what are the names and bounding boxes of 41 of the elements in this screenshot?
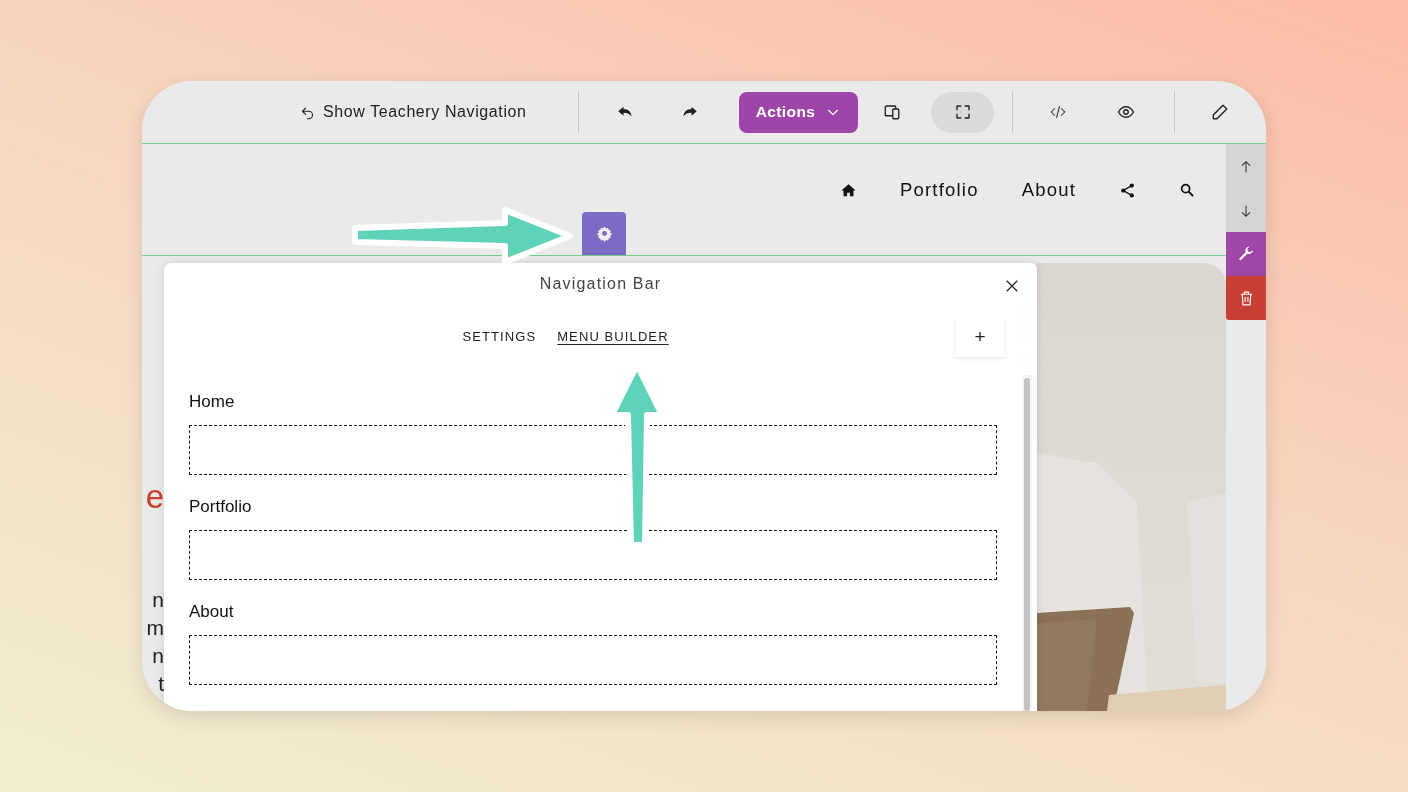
edit-tools-button[interactable] xyxy=(1226,232,1266,276)
input-field[interactable] xyxy=(189,425,997,475)
responsive-view-button[interactable] xyxy=(883,103,901,121)
page-text: t xyxy=(158,671,164,697)
input-field[interactable] xyxy=(189,635,997,685)
fullscreen-icon xyxy=(953,103,972,121)
edit-button[interactable] xyxy=(1211,103,1229,121)
eye-icon xyxy=(1117,103,1135,121)
fullscreen-button[interactable] xyxy=(931,91,994,133)
page-text: n xyxy=(152,643,164,669)
input-field[interactable] xyxy=(189,530,997,580)
nav-link[interactable]: About xyxy=(1021,179,1076,201)
devices-icon xyxy=(883,103,901,121)
search-icon xyxy=(1179,182,1195,198)
home-icon xyxy=(839,181,857,199)
home-link[interactable] xyxy=(839,181,857,199)
undo-icon xyxy=(300,104,315,120)
add-button[interactable]: + xyxy=(955,316,1005,357)
panel-tab[interactable]: SETTINGS xyxy=(462,329,537,344)
delete-button[interactable] xyxy=(1226,276,1266,320)
panel-tab[interactable]: MENU BUILDER xyxy=(557,329,669,344)
settings-button[interactable] xyxy=(582,212,626,255)
share-button[interactable] xyxy=(1119,181,1136,199)
nav-link[interactable]: Portfolio xyxy=(899,179,979,201)
actions-button[interactable]: Actions xyxy=(739,91,858,133)
back-link[interactable]: Show Teachery Navigation xyxy=(300,103,540,121)
panel-title: Navigation Bar xyxy=(539,275,662,293)
menu-item-label: About xyxy=(189,602,235,622)
preview-button[interactable] xyxy=(1117,103,1135,121)
page-heading: e xyxy=(145,477,164,517)
page-text: n xyxy=(152,587,164,613)
page-text: m xyxy=(146,615,164,641)
scrollbar[interactable] xyxy=(1022,375,1032,711)
settings-icon xyxy=(595,225,613,242)
search-button[interactable] xyxy=(1179,182,1195,198)
code-button[interactable] xyxy=(1049,103,1067,121)
menu-item-label: Home xyxy=(189,392,236,412)
share-icon xyxy=(1119,181,1136,199)
code-icon xyxy=(1049,103,1067,121)
pencil-icon xyxy=(1211,103,1229,121)
menu-item-label: Portfolio xyxy=(189,497,253,517)
